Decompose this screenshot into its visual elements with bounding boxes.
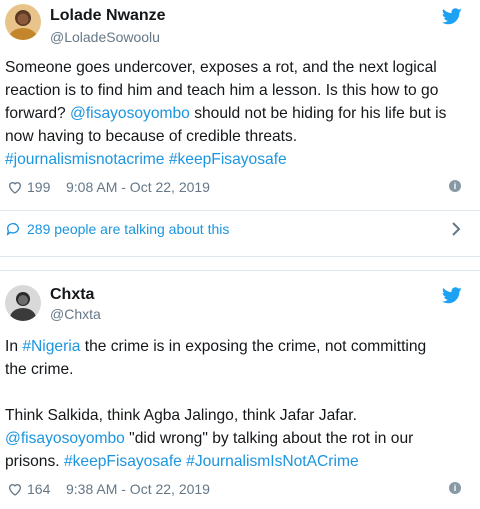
text-segment: "did wrong" by talking about the rot in … — [124, 430, 414, 447]
twitter-bird-icon[interactable] — [442, 8, 462, 25]
avatar[interactable] — [5, 4, 41, 40]
text-segment: should not be hiding for his life but is — [189, 105, 447, 122]
text-segment: now having to because of credible threat… — [5, 128, 298, 145]
tweet-text-line: prisons. #keepFisayosafe #JournalismIsNo… — [5, 450, 473, 473]
tweet-card: Lolade Nwanze @LoladeSowoolu Someone goe… — [0, 0, 480, 257]
mention-link[interactable]: @fisayosoyombo — [70, 105, 190, 122]
avatar[interactable] — [5, 285, 41, 321]
tweet-meta: 164 9:38 AM - Oct 22, 2019 i — [5, 480, 475, 500]
info-icon[interactable]: i — [449, 180, 461, 192]
tweet-text-line: reaction is to find him and teach him a … — [5, 79, 473, 102]
conversation-link[interactable]: 289 people are talking about this — [0, 210, 480, 246]
tweet-text-line: the crime. — [5, 358, 473, 381]
tweet-text-line — [5, 381, 473, 404]
user-handle[interactable]: @LoladeSowoolu — [50, 29, 160, 45]
tweet-text: In #Nigeria the crime is in exposing the… — [5, 335, 473, 473]
like-count[interactable]: 164 — [27, 481, 50, 497]
tweet-text-line: Think Salkida, think Agba Jalingo, think… — [5, 404, 473, 427]
heart-icon[interactable] — [7, 481, 23, 497]
tweet-text-line: now having to because of credible threat… — [5, 125, 473, 148]
text-segment: forward? — [5, 105, 71, 122]
text-segment: prisons. — [5, 453, 64, 470]
tweet-card: Chxta @Chxta In #Nigeria the crime is in… — [0, 270, 480, 509]
tweet-text-line: forward? @fisayosoyombo should not be hi… — [5, 102, 473, 125]
timestamp[interactable]: 9:08 AM - Oct 22, 2019 — [66, 179, 210, 195]
mention-link[interactable]: @fisayosoyombo — [5, 430, 125, 447]
twitter-bird-icon[interactable] — [442, 287, 462, 304]
text-segment: Think Salkida, think Agba Jalingo, think… — [5, 407, 357, 424]
tweet-text-line: In #Nigeria the crime is in exposing the… — [5, 335, 473, 358]
hashtag-link[interactable]: #journalismisnotacrime — [5, 151, 164, 168]
text-segment: Someone goes undercover, exposes a rot, … — [5, 59, 437, 76]
text-segment: In — [5, 338, 23, 355]
tweet-text: Someone goes undercover, exposes a rot, … — [5, 56, 473, 171]
hashtag-link[interactable]: #keepFisayosafe — [64, 453, 182, 470]
user-handle[interactable]: @Chxta — [50, 306, 101, 322]
text-segment: the crime. — [5, 361, 74, 378]
hashtag-link[interactable]: #keepFisayosafe — [169, 151, 287, 168]
heart-icon[interactable] — [7, 179, 23, 195]
display-name[interactable]: Chxta — [50, 286, 94, 304]
hashtag-link[interactable]: #Nigeria — [22, 338, 80, 355]
hashtag-link[interactable]: #JournalismIsNotACrime — [186, 453, 358, 470]
speech-bubble-icon — [6, 223, 19, 236]
timestamp[interactable]: 9:38 AM - Oct 22, 2019 — [66, 481, 210, 497]
tweet-text-line: #journalismisnotacrime #keepFisayosafe — [5, 148, 473, 171]
display-name[interactable]: Lolade Nwanze — [50, 7, 166, 25]
info-icon[interactable]: i — [449, 482, 461, 494]
chevron-right-icon[interactable] — [450, 220, 462, 238]
text-segment: reaction is to find him and teach him a … — [5, 82, 439, 99]
tweet-text-line: Someone goes undercover, exposes a rot, … — [5, 56, 473, 79]
conversation-count-label[interactable]: 289 people are talking about this — [27, 221, 229, 237]
like-count[interactable]: 199 — [27, 179, 50, 195]
text-segment: the crime is in exposing the crime, not … — [80, 338, 427, 355]
tweet-meta: 199 9:08 AM - Oct 22, 2019 i — [5, 178, 475, 198]
tweet-text-line: @fisayosoyombo "did wrong" by talking ab… — [5, 427, 473, 450]
